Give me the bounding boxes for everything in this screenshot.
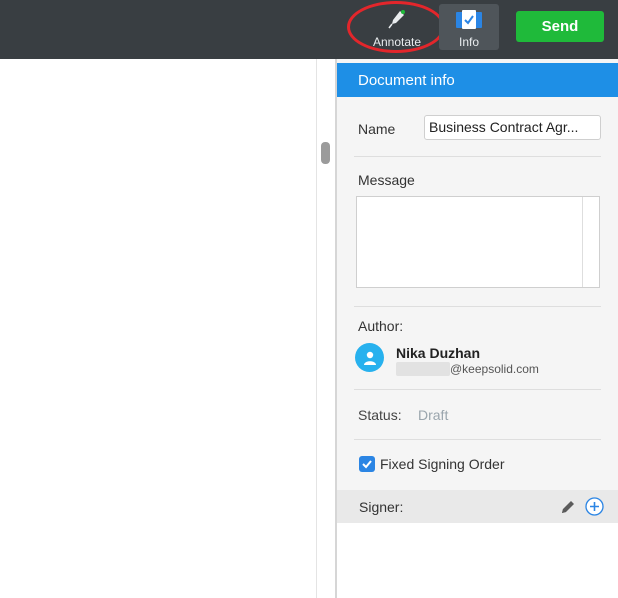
signer-list — [337, 523, 618, 598]
message-scrollbar[interactable] — [582, 197, 583, 287]
email-redaction: xxxxxxxxx — [396, 362, 450, 376]
author-name: Nika Duzhan — [396, 345, 481, 361]
avatar — [355, 343, 384, 372]
message-label: Message — [358, 172, 415, 188]
checkmark-icon — [362, 460, 372, 469]
fixed-signing-order-checkbox[interactable] — [359, 456, 375, 472]
name-label: Name — [358, 121, 396, 137]
message-field[interactable] — [356, 196, 600, 288]
status-value: Draft — [418, 407, 449, 423]
fixed-signing-order-label[interactable]: Fixed Signing Order — [380, 456, 505, 472]
author-email-domain: @keepsolid.com — [450, 362, 539, 376]
author-label: Author: — [358, 318, 404, 334]
add-signer-icon[interactable] — [585, 497, 604, 516]
annotate-highlight-ring — [347, 1, 445, 53]
divider — [354, 389, 601, 390]
send-button[interactable]: Send — [516, 11, 604, 42]
top-toolbar: Annotate Info Send — [0, 0, 618, 59]
checklist-icon — [455, 8, 483, 32]
name-field[interactable]: Business Contract Agr... — [424, 115, 601, 140]
divider — [354, 156, 601, 157]
user-icon — [363, 351, 376, 365]
divider — [354, 439, 601, 440]
author-email: xxxxxxxxx@keepsolid.com — [396, 362, 539, 376]
divider — [354, 306, 601, 307]
signer-header: Signer: — [337, 490, 618, 523]
info-button[interactable]: Info — [439, 4, 499, 50]
status-label: Status: — [358, 407, 402, 423]
panel-title: Document info — [337, 63, 618, 97]
info-label: Info — [458, 35, 479, 49]
document-info-panel: Document info Name Business Contract Agr… — [337, 59, 618, 598]
document-scrollbar[interactable] — [321, 142, 330, 164]
signer-label: Signer: — [359, 499, 404, 515]
pencil-icon[interactable] — [559, 498, 577, 516]
document-divider — [316, 59, 317, 598]
document-canvas[interactable] — [0, 59, 336, 598]
